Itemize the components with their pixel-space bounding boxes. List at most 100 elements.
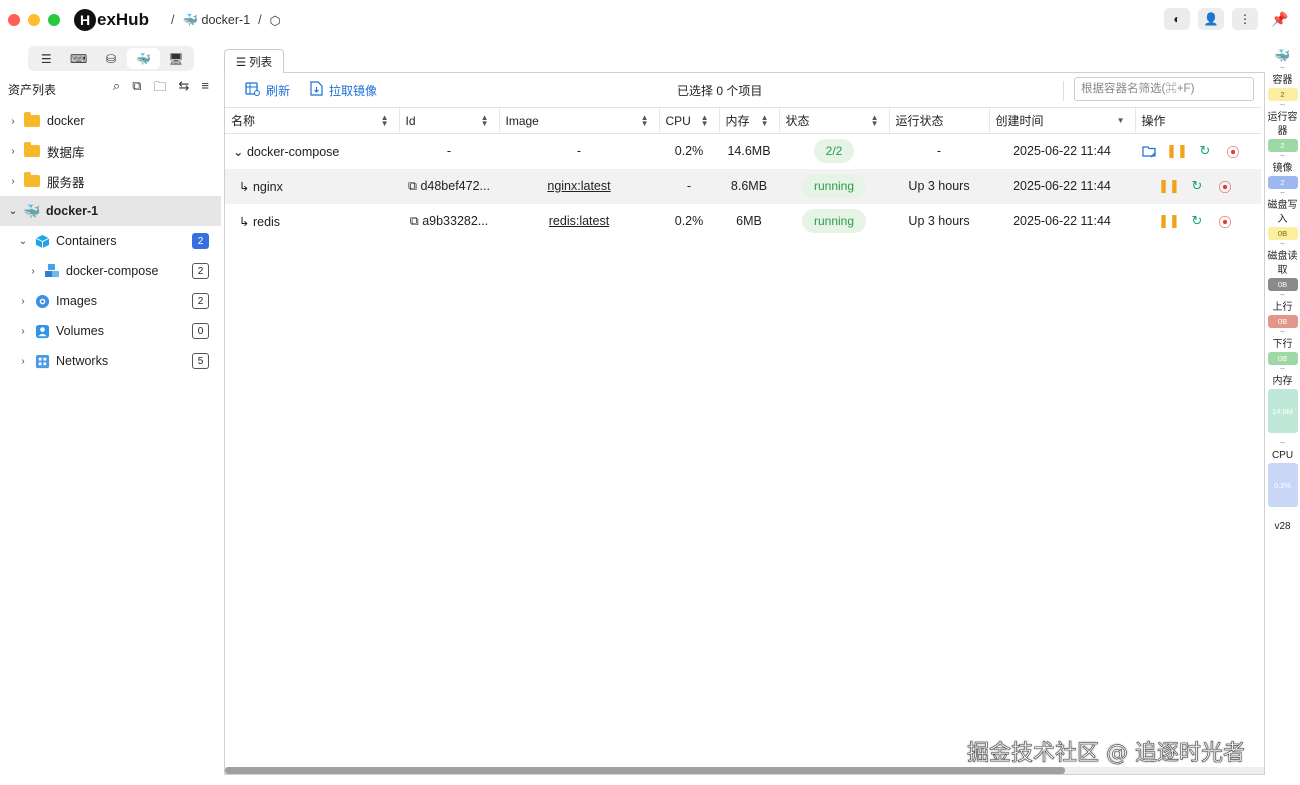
cell-name[interactable]: ↳ redis xyxy=(225,204,399,239)
stop-circle-icon: ⦿ xyxy=(1218,214,1232,230)
cell-run-status: Up 3 hours xyxy=(908,214,970,228)
terminal-icon: ⌨ xyxy=(69,51,88,66)
stop-button[interactable]: ⦿ xyxy=(1217,213,1233,230)
table-row[interactable]: ↳ redis ⧉ a9b33282... redis:latest 0.2% … xyxy=(225,204,1261,239)
pause-button[interactable]: ❚❚ xyxy=(1158,178,1180,194)
tab-terminal[interactable]: ⌨ xyxy=(62,48,94,69)
cell-name-text: docker-compose xyxy=(246,144,340,159)
open-folder-button[interactable] xyxy=(1141,143,1157,159)
column-header-cpu[interactable]: CPU ▲ ▼ xyxy=(658,107,719,134)
cell-id[interactable]: ⧉ a9b33282... xyxy=(399,204,499,239)
pause-button[interactable]: ❚❚ xyxy=(1158,213,1180,229)
chevron-down-icon[interactable]: ⌄ xyxy=(18,236,28,247)
restart-button[interactable]: ↻ xyxy=(1189,178,1205,194)
stop-button[interactable]: ⦿ xyxy=(1217,178,1233,195)
tree-item-containers[interactable]: ⌄ Containers 2 xyxy=(0,226,221,256)
pin-button[interactable]: 📌 xyxy=(1270,11,1290,28)
tree-item-volumes[interactable]: › Volumes 0 xyxy=(0,316,221,346)
container-filter-input[interactable] xyxy=(1074,77,1254,101)
stat-cpu-label: CPU xyxy=(1271,450,1294,461)
image-link[interactable]: redis:latest xyxy=(549,214,609,228)
chevron-right-icon[interactable]: › xyxy=(18,356,28,367)
tree-item-docker-compose[interactable]: › docker-compose 2 xyxy=(0,256,221,286)
sort-icon[interactable]: ▲ ▼ xyxy=(871,114,879,128)
status-badge: running xyxy=(801,174,867,198)
sort-icon[interactable]: ▲ ▼ xyxy=(761,114,769,128)
copy-icon[interactable]: ⧉ xyxy=(410,214,419,228)
close-window-button[interactable] xyxy=(8,14,20,26)
theme-toggle-button[interactable]: ◐ xyxy=(1164,8,1190,30)
add-asset-icon[interactable]: ⧉ xyxy=(132,78,141,100)
chevron-right-icon[interactable]: › xyxy=(8,116,18,127)
more-menu-button[interactable]: ⋮ xyxy=(1232,8,1258,30)
selection-info: 已选择 0 个项目 xyxy=(677,84,763,98)
column-header-memory[interactable]: 内存 ▲ ▼ xyxy=(718,107,779,134)
chevron-right-icon[interactable]: › xyxy=(18,326,28,337)
cube-icon[interactable]: ⬡ xyxy=(270,13,281,28)
table-row[interactable]: ⌄ docker-compose - - 0.2% 14.6MB 2/2 - 2… xyxy=(225,134,1261,169)
stop-button[interactable]: ⦿ xyxy=(1225,143,1241,160)
cell-name-text: redis xyxy=(252,214,281,229)
cell-name[interactable]: ⌄ docker-compose xyxy=(225,134,399,169)
add-folder-icon[interactable]: 🗀 xyxy=(153,78,166,100)
sort-icon[interactable]: ▲ ▼ xyxy=(381,114,389,128)
table-row[interactable]: ↳ nginx ⧉ d48bef472... nginx:latest - 8.… xyxy=(225,168,1261,204)
tree-item-networks[interactable]: › Networks 5 xyxy=(0,346,221,376)
tab-docker[interactable]: 🐳 xyxy=(127,48,160,69)
chevron-right-icon[interactable]: › xyxy=(8,146,18,157)
tab-list[interactable]: ☰ xyxy=(30,48,62,69)
tab-database[interactable]: ⛁ xyxy=(95,48,127,69)
scrollbar-thumb[interactable] xyxy=(225,767,1065,774)
pull-image-button[interactable]: 拉取镜像 xyxy=(310,81,377,99)
chevron-right-icon[interactable]: › xyxy=(8,176,18,187)
tree-item-database[interactable]: › 数据库 xyxy=(0,136,221,166)
sort-icon[interactable]: ▲ ▼ xyxy=(701,114,709,128)
tab-list-view[interactable]: ☰ 列表 xyxy=(224,49,284,73)
column-header-name[interactable]: 名称 ▲ ▼ xyxy=(225,107,399,134)
tree-item-docker-1[interactable]: ⌄ 🐳 docker-1 xyxy=(0,196,221,226)
column-header-run-status[interactable]: 运行状态 xyxy=(888,107,989,134)
tree-item-servers[interactable]: › 服务器 xyxy=(0,166,221,196)
link-icon[interactable]: ⇆ xyxy=(179,78,190,100)
cell-status: running xyxy=(779,204,889,239)
refresh-button[interactable]: 刷新 xyxy=(245,81,290,99)
chevron-down-icon[interactable]: ⌄ xyxy=(233,145,247,159)
account-button[interactable]: 👤 xyxy=(1198,8,1224,30)
count-badge: 2 xyxy=(192,263,209,279)
chevron-down-icon[interactable]: ⌄ xyxy=(8,206,18,217)
pause-button[interactable]: ❚❚ xyxy=(1166,143,1188,159)
image-stack-icon xyxy=(34,293,50,309)
image-link[interactable]: nginx:latest xyxy=(547,179,610,193)
chevron-right-icon[interactable]: › xyxy=(18,296,28,307)
collapse-all-icon[interactable]: ≡ xyxy=(201,78,209,100)
more-vertical-icon: ⋮ xyxy=(1239,12,1251,26)
breadcrumb-item-docker-1[interactable]: 🐳 docker-1 xyxy=(182,13,250,28)
restart-button[interactable]: ↻ xyxy=(1197,143,1213,159)
contrast-icon: ◐ xyxy=(1173,12,1181,26)
tab-remote-desktop[interactable]: 🖥 xyxy=(160,48,192,69)
sidebar-header: 资产列表 ⌕ ⧉ 🗀 ⇆ ≡ xyxy=(0,76,221,102)
column-header-image[interactable]: Image ▲ ▼ xyxy=(498,107,659,134)
tree-item-docker[interactable]: › docker xyxy=(0,106,221,136)
column-header-created[interactable]: 创建时间 ▼ xyxy=(988,107,1135,134)
chevron-right-icon[interactable]: › xyxy=(28,266,38,277)
cell-id[interactable]: ⧉ d48bef472... xyxy=(399,169,499,204)
stat-separator: – xyxy=(1280,239,1285,248)
minimize-window-button[interactable] xyxy=(28,14,40,26)
sort-icon[interactable]: ▲ ▼ xyxy=(481,114,489,128)
cell-name[interactable]: ↳ nginx xyxy=(225,169,399,204)
stop-circle-icon: ⦿ xyxy=(1218,179,1232,195)
column-header-id[interactable]: Id ▲ ▼ xyxy=(398,107,499,134)
folder-icon xyxy=(24,172,40,187)
restart-button[interactable]: ↻ xyxy=(1189,213,1205,229)
copy-icon[interactable]: ⧉ xyxy=(408,179,417,193)
column-header-status[interactable]: 状态 ▲ ▼ xyxy=(778,107,889,134)
docker-whale-icon: 🐳 xyxy=(1274,48,1291,63)
sort-icon[interactable]: ▲ ▼ xyxy=(641,114,649,128)
sort-desc-icon[interactable]: ▼ xyxy=(1117,117,1125,125)
tree-item-images[interactable]: › Images 2 xyxy=(0,286,221,316)
search-icon[interactable]: ⌕ xyxy=(113,78,120,100)
horizontal-scrollbar[interactable] xyxy=(225,767,1264,774)
cell-created: 2025-06-22 11:44 xyxy=(1013,214,1111,228)
zoom-window-button[interactable] xyxy=(48,14,60,26)
